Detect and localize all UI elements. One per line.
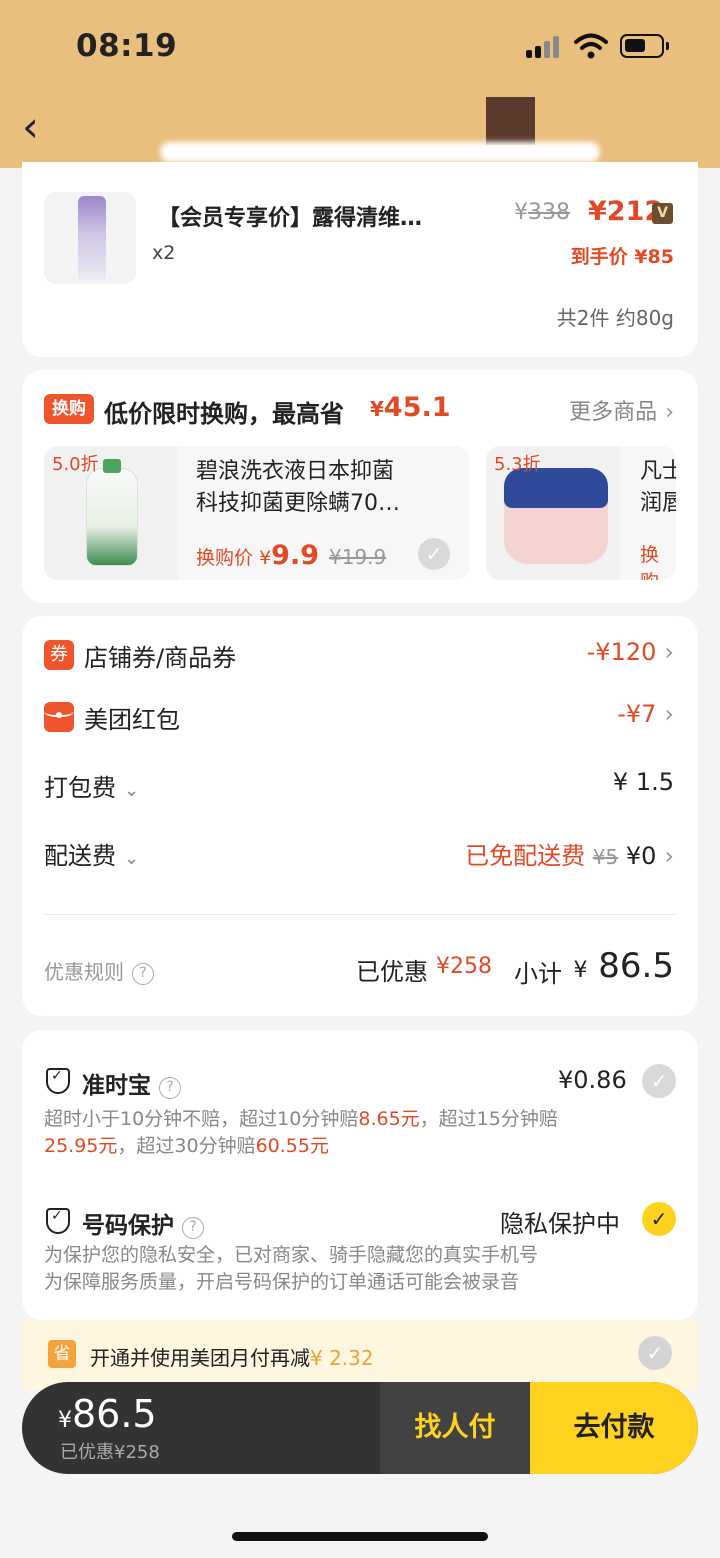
monthly-pay-text: 开通并使用美团月付再减¥ 2.32	[90, 1346, 374, 1370]
packing-value: ¥ 1.5	[612, 768, 674, 796]
help-icon: ?	[132, 963, 154, 985]
redacted-block	[486, 97, 535, 145]
insurance-check-icon[interactable]: ✓	[642, 1064, 676, 1098]
redpacket-row[interactable]: 美团红包 -¥7 ›	[22, 696, 698, 736]
product-card[interactable]: 【会员专享价】露得清维… x2 ¥338 ¥212 V 到手价 ¥85 共2件 …	[22, 162, 698, 357]
saved-value: ¥258	[436, 954, 492, 979]
product-title: 【会员专享价】露得清维…	[158, 206, 423, 231]
save-icon: 省	[48, 1340, 76, 1368]
wifi-icon	[574, 33, 608, 59]
more-products-link[interactable]: 更多商品 ›	[569, 394, 674, 426]
checkout-saved: 已优惠¥258	[60, 1442, 160, 1463]
coupon-row[interactable]: 券 店铺券/商品券 -¥120 ›	[22, 634, 698, 674]
help-icon: ?	[182, 1217, 204, 1239]
checkout-bar: ¥86.5 已优惠¥258 找人付 去付款	[22, 1382, 698, 1474]
select-check-icon[interactable]: ✓	[418, 538, 450, 570]
monthly-pay-banner[interactable]: 省 开通并使用美团月付再减¥ 2.32 ✓	[22, 1320, 698, 1390]
exchange-item[interactable]: 5.0折 碧浪洗衣液日本抑菌 科技抑菌更除螨70… 换购价 ¥9.9 ¥19.9 …	[44, 446, 470, 580]
red-packet-icon	[44, 702, 74, 732]
item-name-line1: 碧浪洗衣液日本抑菌	[196, 459, 395, 484]
privacy-title: 号码保护?	[82, 1206, 204, 1240]
packing-row[interactable]: 打包费 ⌄ ¥ 1.5	[22, 764, 698, 804]
exchange-title: 低价限时换购，最高省	[104, 400, 344, 428]
help-icon: ?	[159, 1077, 181, 1099]
redacted-stripe	[160, 142, 600, 162]
product-original-price: ¥338	[514, 200, 570, 225]
redpacket-value: -¥7 ›	[617, 700, 674, 728]
exchange-card: 换购 低价限时换购，最高省 ¥45.1 更多商品 › 5.0折 碧浪洗衣液日本抑菌…	[22, 370, 698, 603]
redpacket-label: 美团红包	[84, 706, 180, 734]
home-indicator[interactable]	[232, 1532, 488, 1541]
product-image	[44, 192, 136, 284]
item-name-line2: 科技抑菌更除螨70…	[196, 491, 400, 516]
fees-card: 券 店铺券/商品券 -¥120 › 美团红包 -¥7 › 打包费 ⌄ ¥ 1.5 配送…	[22, 616, 698, 1016]
shield-icon	[46, 1208, 70, 1234]
discount-label: 5.3折	[494, 454, 541, 475]
saved-label: 已优惠	[356, 958, 428, 986]
privacy-status: 隐私保护中	[500, 1210, 620, 1238]
coupon-label: 店铺券/商品券	[84, 644, 237, 672]
item-price: 换购价 ¥9.9 ¥19.9	[196, 540, 387, 571]
item-price: 换购	[640, 544, 660, 580]
packing-label: 打包费 ⌄	[44, 774, 140, 802]
monthly-pay-check-icon[interactable]: ✓	[638, 1336, 672, 1370]
services-card: 准时宝? ¥0.86 ✓ 超时小于10分钟不赔，超过10分钟赔8.65元，超过1…	[22, 1030, 698, 1320]
insurance-price: ¥0.86	[558, 1066, 627, 1094]
insurance-desc: 超时小于10分钟不赔，超过10分钟赔8.65元，超过15分钟赔 25.95元，超过…	[44, 1108, 558, 1157]
subtotal-value: ¥ 86.5	[573, 946, 674, 986]
divider	[44, 914, 676, 915]
discount-label: 5.0折	[52, 454, 99, 475]
back-button[interactable]: ‹	[22, 106, 39, 148]
privacy-desc: 为保护您的隐私安全，已对商家、骑手隐藏您的真实手机号 为保障服务质量，开启号码保护…	[44, 1244, 539, 1293]
exchange-badge: 换购	[44, 394, 94, 424]
pay-button[interactable]: 去付款	[530, 1382, 698, 1474]
header: 08:19 ‹	[0, 0, 720, 168]
item-name-line2: 润唇	[640, 491, 676, 516]
product-total: 共2件 约80g	[556, 306, 674, 330]
exchange-save: ¥45.1	[370, 392, 451, 423]
delivery-label: 配送费 ⌄	[44, 842, 140, 870]
battery-icon	[620, 34, 669, 58]
delivery-row[interactable]: 配送费 ⌄ 已免配送费 ¥5 ¥0 ›	[22, 832, 698, 872]
product-quantity: x2	[152, 242, 176, 264]
coupon-icon: 券	[44, 640, 74, 670]
coupon-value: -¥120 ›	[586, 638, 674, 666]
friend-pay-button[interactable]: 找人付	[380, 1382, 530, 1474]
product-final-price: 到手价 ¥85	[570, 246, 674, 268]
checkout-total: ¥86.5	[58, 1392, 157, 1436]
item-name-line1: 凡士	[640, 459, 676, 484]
exchange-item[interactable]: 5.3折 凡士 润唇 换购	[486, 446, 676, 580]
signal-icon	[526, 34, 564, 58]
privacy-check-icon[interactable]: ✓	[642, 1202, 676, 1236]
insurance-title: 准时宝?	[82, 1066, 181, 1100]
vip-badge: V	[652, 203, 673, 224]
chevron-down-icon: ⌄	[124, 780, 140, 801]
delivery-value: 已免配送费 ¥5 ¥0 ›	[465, 842, 674, 870]
discount-rules-link[interactable]: 优惠规则?	[44, 956, 154, 985]
chevron-down-icon: ⌄	[124, 848, 140, 869]
subtotal-label: 小计	[514, 960, 562, 988]
status-time: 08:19	[76, 28, 178, 64]
shield-check-icon	[46, 1068, 70, 1094]
